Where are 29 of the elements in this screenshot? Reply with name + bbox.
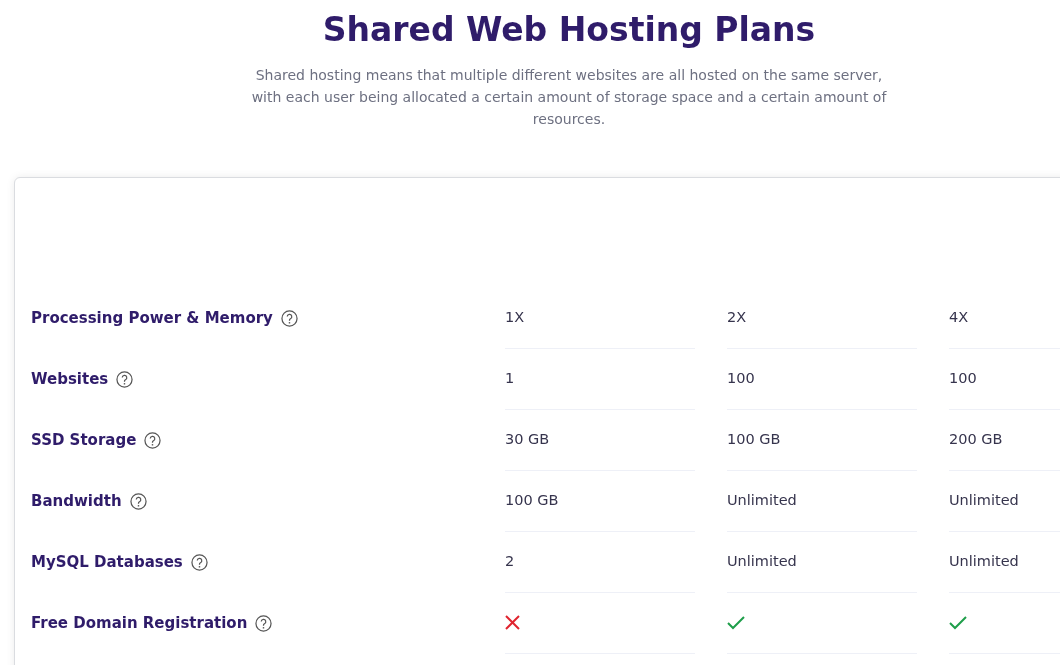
help-icon[interactable]: [255, 614, 273, 632]
feature-label: Websites: [31, 368, 109, 390]
feature-value: 100: [727, 368, 755, 388]
feature-value: 100: [949, 368, 977, 388]
feature-label: Free Domain Registration: [31, 612, 248, 634]
help-icon[interactable]: [129, 492, 147, 510]
feature-label: Bandwidth: [31, 490, 122, 512]
feature-label: SSD Storage: [31, 429, 137, 451]
feature-value: 4X: [949, 307, 969, 327]
feature-value: 1X: [505, 307, 525, 327]
feature-value: 100 GB: [727, 429, 781, 449]
feature-value: 30 GB: [505, 429, 550, 449]
intro-paragraph: Shared hosting means that multiple different websites are all hosted on the same server, with each user being allocated a certain amount of storage space and a certain amount of resources.: [250, 65, 888, 129]
feature-value: Unlimited: [949, 490, 1019, 510]
help-icon[interactable]: [190, 553, 208, 571]
feature-label: MySQL Databases: [31, 551, 183, 573]
feature-label: Processing Power & Memory: [31, 307, 273, 329]
feature-value: 100 GB: [505, 490, 559, 510]
feature-value: 1: [505, 368, 515, 388]
feature-value: 2: [505, 551, 515, 571]
feature-value: 200 GB: [949, 429, 1003, 449]
help-icon[interactable]: [116, 370, 134, 388]
feature-value: Unlimited: [949, 551, 1019, 571]
feature-value: Unlimited: [727, 490, 797, 510]
feature-value: Unlimited: [727, 551, 797, 571]
feature-value: 2X: [727, 307, 747, 327]
page-heading: Shared Web Hosting Plans: [321, 10, 817, 50]
help-icon[interactable]: [144, 431, 162, 449]
help-icon[interactable]: [280, 309, 298, 327]
